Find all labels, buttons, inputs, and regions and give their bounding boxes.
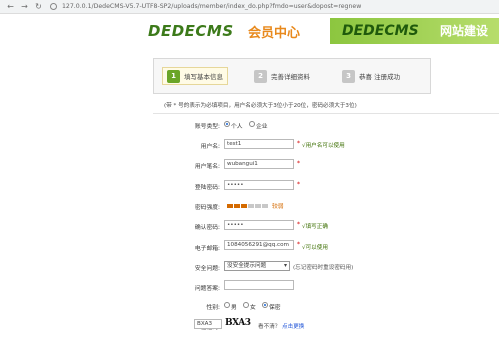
logo-subtitle: 会员中心	[248, 26, 301, 41]
required-mark: *	[297, 241, 300, 248]
security-question-hint: (忘记密码时重设密码用)	[293, 265, 354, 271]
gender-secret-label: 保密	[269, 305, 281, 311]
url-text[interactable]: 127.0.0.1/DedeCMS-V5.7-UTF8-SP2/uploads/…	[62, 3, 361, 10]
account-type-company-radio[interactable]	[249, 121, 255, 127]
email-status: √可以使用	[302, 245, 328, 251]
confirm-password-label: 确认密码:	[194, 225, 220, 231]
gender-female-label: 女	[250, 305, 256, 311]
back-icon[interactable]: ←	[6, 2, 15, 11]
security-question-select[interactable]: 没安全提示问题	[224, 261, 290, 271]
account-type-personal-label: 个人	[231, 124, 243, 130]
step-number: 1	[167, 69, 180, 83]
strength-level-text: 较弱	[272, 204, 284, 210]
required-notice: (带 * 号的表示为必填项目，用户名必须大于3位小于20位，密码必须大于3位)	[164, 103, 357, 109]
confirm-password-status: √填写正确	[302, 224, 328, 230]
captcha-image[interactable]: BXA3	[225, 318, 251, 329]
password-strength-meter	[227, 204, 269, 208]
email-input[interactable]: 1084056291@qq.com	[224, 240, 294, 250]
captcha-input[interactable]: BXA3	[194, 319, 222, 329]
account-type-label: 账号类型:	[194, 124, 220, 130]
captcha-refresh-link[interactable]: 点击更换	[282, 322, 304, 330]
step-label: 恭喜 注册成功	[359, 73, 401, 81]
nickname-input[interactable]: wubangui1	[224, 159, 294, 169]
password-input[interactable]: •••••	[224, 180, 294, 190]
divider	[153, 113, 499, 114]
required-mark: *	[297, 181, 300, 188]
confirm-password-input[interactable]: •••••	[224, 220, 294, 230]
reload-icon[interactable]: ↻	[34, 2, 43, 11]
required-mark: *	[297, 140, 300, 147]
step-number: 3	[342, 69, 355, 83]
captcha-unclear-text: 看不清？	[258, 324, 281, 330]
gender-female-radio[interactable]	[243, 302, 249, 308]
step-2: 2 完善详细资料	[254, 67, 310, 85]
logo: DEDECMS	[148, 22, 234, 40]
answer-input[interactable]	[224, 280, 294, 290]
strength-label: 密码强度:	[194, 205, 220, 211]
step-3: 3 恭喜 注册成功	[342, 67, 400, 85]
forward-icon[interactable]: →	[20, 2, 29, 11]
account-type-personal-radio[interactable]	[224, 121, 230, 127]
registration-steps: 1 填写基本信息 2 完善详细资料 3 恭喜 注册成功	[153, 58, 431, 94]
username-label: 用户名:	[200, 144, 220, 150]
gender-male-label: 男	[231, 305, 237, 311]
required-mark: *	[297, 160, 300, 167]
email-label: 电子邮箱:	[194, 246, 220, 252]
security-question-label: 安全问题:	[194, 266, 220, 272]
site-info-icon[interactable]	[50, 3, 57, 10]
banner-text: 网站建设	[440, 24, 489, 38]
gender-secret-radio[interactable]	[262, 302, 268, 308]
required-mark: *	[297, 221, 300, 228]
username-input[interactable]: test1	[224, 139, 294, 149]
answer-label: 问题答案:	[194, 286, 220, 292]
address-bar: ← → ↻ 127.0.0.1/DedeCMS-V5.7-UTF8-SP2/up…	[0, 0, 499, 14]
nickname-label: 用户笔名:	[194, 164, 220, 170]
gender-male-radio[interactable]	[224, 302, 230, 308]
banner-logo: DEDECMS	[342, 23, 419, 39]
step-number: 2	[254, 69, 267, 83]
username-status: √用户名可以使用	[302, 143, 345, 149]
step-label: 填写基本信息	[184, 73, 223, 81]
step-label: 完善详细资料	[271, 73, 310, 81]
gender-label: 性别:	[206, 305, 220, 311]
password-label: 登陆密码:	[194, 185, 220, 191]
step-1: 1 填写基本信息	[162, 67, 228, 85]
account-type-company-label: 企业	[256, 124, 268, 130]
